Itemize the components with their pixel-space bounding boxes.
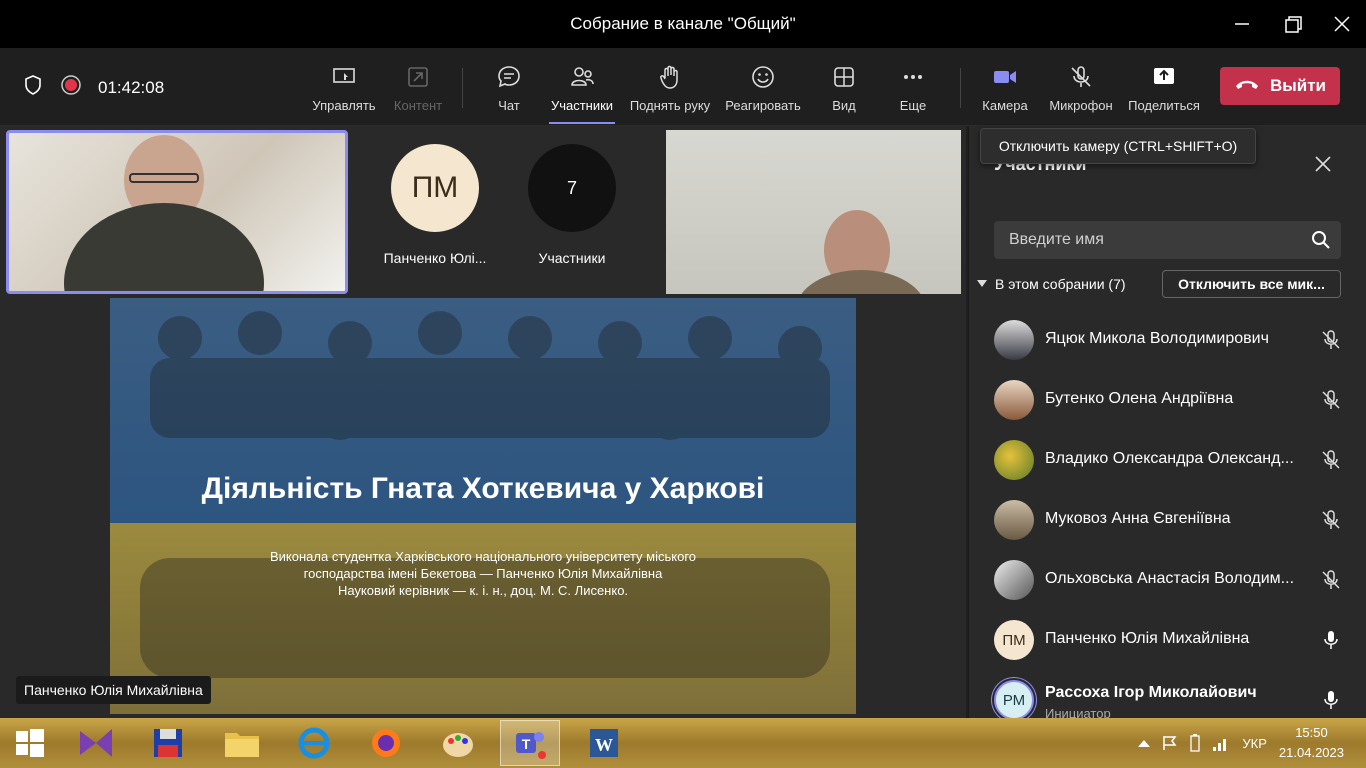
hang-up-icon xyxy=(1234,76,1260,96)
video-feed-self[interactable] xyxy=(6,130,348,294)
meeting-stage: ПМ Панченко Юлі... 7 Участники Діяльніст… xyxy=(0,126,966,718)
avatar: ПМ xyxy=(994,620,1034,660)
share-button[interactable]: Поделиться xyxy=(1127,62,1201,118)
participants-button[interactable]: Участники xyxy=(549,62,615,124)
participants-panel: Участники В этом собрании (7) Отключить … xyxy=(968,126,1366,721)
people-icon xyxy=(571,67,594,86)
microphone-button[interactable]: Микрофон xyxy=(1046,62,1116,118)
title-bar: Собрание в канале "Общий" xyxy=(0,0,1366,48)
in-meeting-section-toggle[interactable]: В этом собрании (7) xyxy=(977,276,1126,292)
list-item[interactable]: ПМ Панченко Юлія Михайлівна xyxy=(969,610,1366,670)
window-title: Собрание в канале "Общий" xyxy=(570,14,796,33)
camera-button[interactable]: Камера xyxy=(980,62,1030,118)
avatar xyxy=(994,500,1034,540)
file-explorer-icon[interactable] xyxy=(212,720,272,766)
historical-photo-image xyxy=(140,311,830,678)
mic-off-icon xyxy=(1322,330,1340,349)
mic-off-icon xyxy=(1322,450,1340,469)
participant-list: Яцюк Микола Володимирович Бутенко Олена … xyxy=(969,310,1366,730)
manage-icon xyxy=(333,68,355,83)
content-button[interactable]: Контент xyxy=(390,62,446,118)
recording-icon xyxy=(60,74,82,101)
more-icon xyxy=(904,75,922,79)
overflow-count: 7 xyxy=(528,144,616,232)
avatar xyxy=(994,380,1034,420)
list-item[interactable]: Бутенко Олена Андріївна xyxy=(969,370,1366,430)
svg-text:W: W xyxy=(595,735,613,755)
battery-icon[interactable] xyxy=(1190,734,1201,752)
avatar xyxy=(994,440,1034,480)
language-indicator[interactable]: УКР xyxy=(1242,736,1267,751)
smile-icon xyxy=(752,66,774,88)
mic-icon xyxy=(1324,691,1338,709)
list-item[interactable]: Ольховська Анастасія Володим... xyxy=(969,550,1366,610)
word-icon[interactable]: W xyxy=(574,720,634,766)
camera-icon xyxy=(994,71,1016,83)
internet-explorer-icon[interactable] xyxy=(284,720,344,766)
raise-hand-button[interactable]: Поднять руку xyxy=(627,62,713,118)
save-disk-icon[interactable] xyxy=(138,720,198,766)
visual-studio-icon[interactable] xyxy=(66,720,126,766)
list-item[interactable]: Владико Олександра Олександ... xyxy=(969,430,1366,490)
react-button[interactable]: Реагировать xyxy=(724,62,802,118)
chevron-up-icon[interactable] xyxy=(1138,739,1151,747)
chevron-down-icon xyxy=(977,280,987,287)
avatar: РМ xyxy=(994,680,1034,720)
windows-icon xyxy=(16,729,44,757)
participants-overflow-tile[interactable]: 7 Участники xyxy=(507,144,637,266)
view-button[interactable]: Вид xyxy=(829,62,859,118)
avatar xyxy=(994,560,1034,600)
avatar xyxy=(994,320,1034,360)
paint-icon[interactable] xyxy=(428,720,488,766)
list-item[interactable]: Яцюк Микола Володимирович xyxy=(969,310,1366,370)
shield-icon[interactable] xyxy=(22,74,44,101)
participant-tile-pm[interactable]: ПМ Панченко Юлі... xyxy=(370,144,500,266)
teams-icon[interactable]: T xyxy=(500,720,560,766)
avatar: ПМ xyxy=(391,144,479,232)
tile-name: Панченко Юлі... xyxy=(383,250,487,266)
close-icon xyxy=(1315,156,1331,172)
mic-off-icon xyxy=(1071,66,1091,87)
mic-off-icon xyxy=(1322,570,1340,589)
list-item[interactable]: Муковоз Анна Євгеніївна xyxy=(969,490,1366,550)
clock[interactable]: 15:50 21.04.2023 xyxy=(1279,723,1344,763)
mic-off-icon xyxy=(1322,510,1340,529)
close-panel-button[interactable] xyxy=(1311,152,1335,176)
windows-taskbar: T W УКР 15:50 21.04.2023 xyxy=(0,718,1366,768)
tile-name: Участники xyxy=(538,250,606,266)
meeting-timer: 01:42:08 xyxy=(98,77,165,97)
firefox-icon[interactable] xyxy=(356,720,416,766)
video-feed-participant[interactable] xyxy=(666,130,961,294)
minimize-button[interactable] xyxy=(1228,10,1256,38)
system-tray: УКР 15:50 21.04.2023 xyxy=(1138,718,1366,768)
search-input[interactable] xyxy=(994,221,1294,259)
mute-all-button[interactable]: Отключить все мик... xyxy=(1162,270,1341,298)
manage-button[interactable]: Управлять xyxy=(312,62,376,118)
hand-icon xyxy=(660,65,678,89)
slide-title: Діяльність Гната Хоткевича у Харкові xyxy=(201,472,765,505)
meeting-toolbar: 01:42:08 Управлять Контент Чат Участники… xyxy=(0,48,1366,126)
chat-button[interactable]: Чат xyxy=(490,62,528,118)
participant-search xyxy=(994,221,1341,259)
grid-icon xyxy=(834,67,854,87)
share-screen-icon xyxy=(1154,68,1174,84)
slide-subtitle: Виконала студентка Харківського націонал… xyxy=(269,549,697,598)
mic-icon xyxy=(1324,631,1338,649)
search-icon[interactable] xyxy=(1311,230,1331,250)
close-window-button[interactable] xyxy=(1328,10,1356,38)
share-content-icon xyxy=(408,67,428,87)
mic-off-icon xyxy=(1322,390,1340,409)
camera-tooltip: Отключить камеру (CTRL+SHIFT+O) xyxy=(980,128,1256,164)
leave-button[interactable]: Выйти xyxy=(1220,67,1340,105)
svg-text:T: T xyxy=(522,736,531,752)
shared-presentation-slide: Діяльність Гната Хоткевича у Харкові Вик… xyxy=(110,298,856,714)
flag-icon[interactable] xyxy=(1162,735,1178,751)
maximize-button[interactable] xyxy=(1278,10,1306,38)
chat-icon xyxy=(498,66,520,88)
more-button[interactable]: Еще xyxy=(897,62,929,118)
presenter-name-tag: Панченко Юлія Михайлівна xyxy=(16,676,211,704)
start-button[interactable] xyxy=(0,720,60,766)
signal-icon[interactable] xyxy=(1212,735,1230,751)
